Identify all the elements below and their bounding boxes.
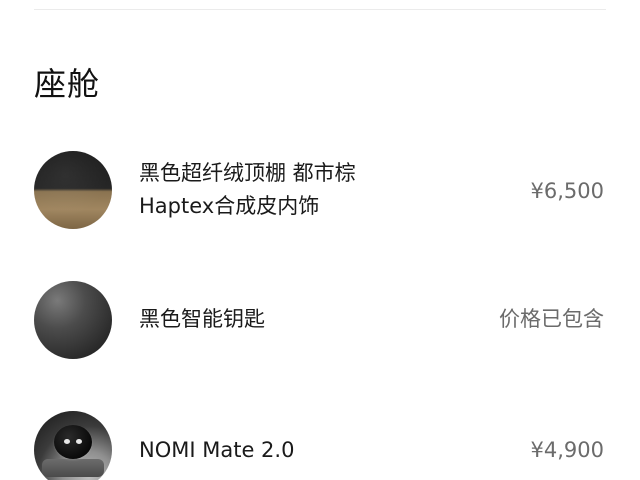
section-title: 座舱: [34, 65, 101, 103]
nomi-dashboard-shape: [42, 459, 104, 477]
item-price: ¥6,500: [530, 179, 604, 203]
item-name: NOMI Mate 2.0: [139, 434, 294, 467]
item-name-line: 黑色智能钥匙: [139, 307, 265, 331]
item-name-line: 黑色超纤绒顶棚 都市棕: [139, 161, 356, 185]
cockpit-config-page: 座舱 黑色超纤绒顶棚 都市棕 Haptex合成皮内饰 ¥6,500 黑色智能钥匙…: [0, 0, 640, 480]
top-divider: [34, 9, 606, 10]
nomi-robot-icon: [34, 411, 112, 480]
item-price: 价格已包含: [499, 307, 604, 331]
item-name-line: NOMI Mate 2.0: [139, 438, 295, 462]
item-name: 黑色智能钥匙: [139, 303, 265, 336]
nomi-eye-shape: [64, 439, 70, 444]
smart-key-swatch-icon: [34, 281, 112, 359]
nomi-head-shape: [54, 425, 92, 459]
item-price: ¥4,900: [530, 438, 604, 462]
list-item-interior[interactable]: 黑色超纤绒顶棚 都市棕 Haptex合成皮内饰 ¥6,500: [34, 151, 606, 231]
item-name-line: Haptex合成皮内饰: [139, 194, 320, 218]
interior-material-swatch-icon: [34, 151, 112, 229]
list-item-nomi-mate[interactable]: NOMI Mate 2.0 ¥4,900: [34, 411, 606, 480]
list-item-smart-key[interactable]: 黑色智能钥匙 价格已包含: [34, 281, 606, 361]
item-name: 黑色超纤绒顶棚 都市棕 Haptex合成皮内饰: [139, 157, 356, 223]
nomi-eye-shape: [76, 439, 82, 444]
